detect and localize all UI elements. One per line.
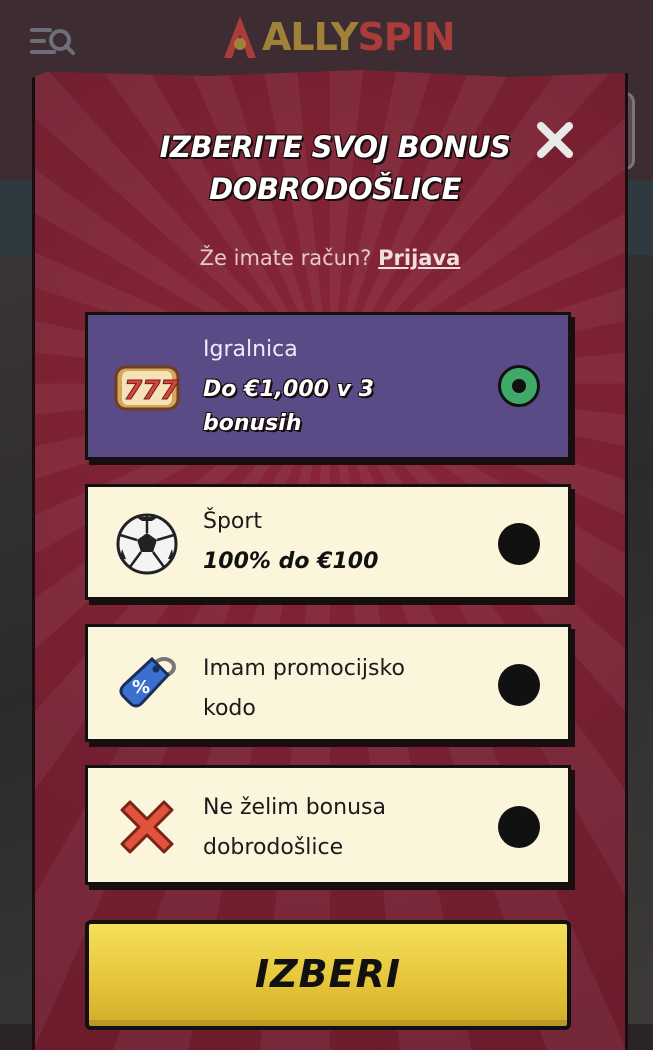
select-bonus-label: IZBERI <box>254 952 401 996</box>
welcome-bonus-modal: IZBERITE SVOJ BONUS DOBRODOŠLICE Že imat… <box>32 70 628 1050</box>
option-label: Ne želim bonusa dobrodošlice <box>203 795 386 860</box>
login-prompt-text: Že imate račun? <box>199 246 372 270</box>
bonus-option-promo-code[interactable]: % Imam promocijsko kodo <box>85 624 571 742</box>
logo-a-icon <box>224 16 256 58</box>
modal-title: IZBERITE SVOJ BONUS DOBRODOŠLICE <box>159 130 511 206</box>
bonus-option-sport[interactable]: Šport 100% do €100 <box>85 484 571 600</box>
option-label: Šport <box>203 509 263 534</box>
svg-text:%: % <box>132 677 150 698</box>
select-bonus-button[interactable]: IZBERI <box>85 920 571 1030</box>
menu-search-icon[interactable] <box>28 22 76 62</box>
option-label: Imam promocijsko kodo <box>203 656 405 721</box>
close-icon[interactable] <box>533 118 577 162</box>
login-prompt-line: Že imate račun? Prijava <box>35 246 625 270</box>
radio-selected[interactable] <box>498 365 540 407</box>
red-x-icon <box>120 800 174 854</box>
option-label: Igralnica <box>203 337 298 362</box>
bonus-option-no-bonus[interactable]: Ne želim bonusa dobrodošlice <box>85 765 571 885</box>
svg-text:777: 777 <box>124 376 179 406</box>
option-sub: 100% do €100 <box>203 549 379 574</box>
bonus-option-casino[interactable]: 777 Igralnica Do €1,000 v 3 bonusih <box>85 312 571 460</box>
radio-unselected[interactable] <box>498 806 540 848</box>
promo-tag-icon: % <box>119 656 176 708</box>
login-link[interactable]: Prijava <box>378 246 460 270</box>
logo-text: ALLYSPIN <box>262 15 456 59</box>
option-sub: Do €1,000 v 3 bonusih <box>203 377 374 436</box>
radio-unselected[interactable] <box>498 664 540 706</box>
radio-unselected[interactable] <box>498 523 540 565</box>
slot-777-icon: 777 <box>114 365 180 411</box>
soccer-ball-icon <box>116 513 178 575</box>
site-logo[interactable]: ALLYSPIN <box>222 12 456 62</box>
